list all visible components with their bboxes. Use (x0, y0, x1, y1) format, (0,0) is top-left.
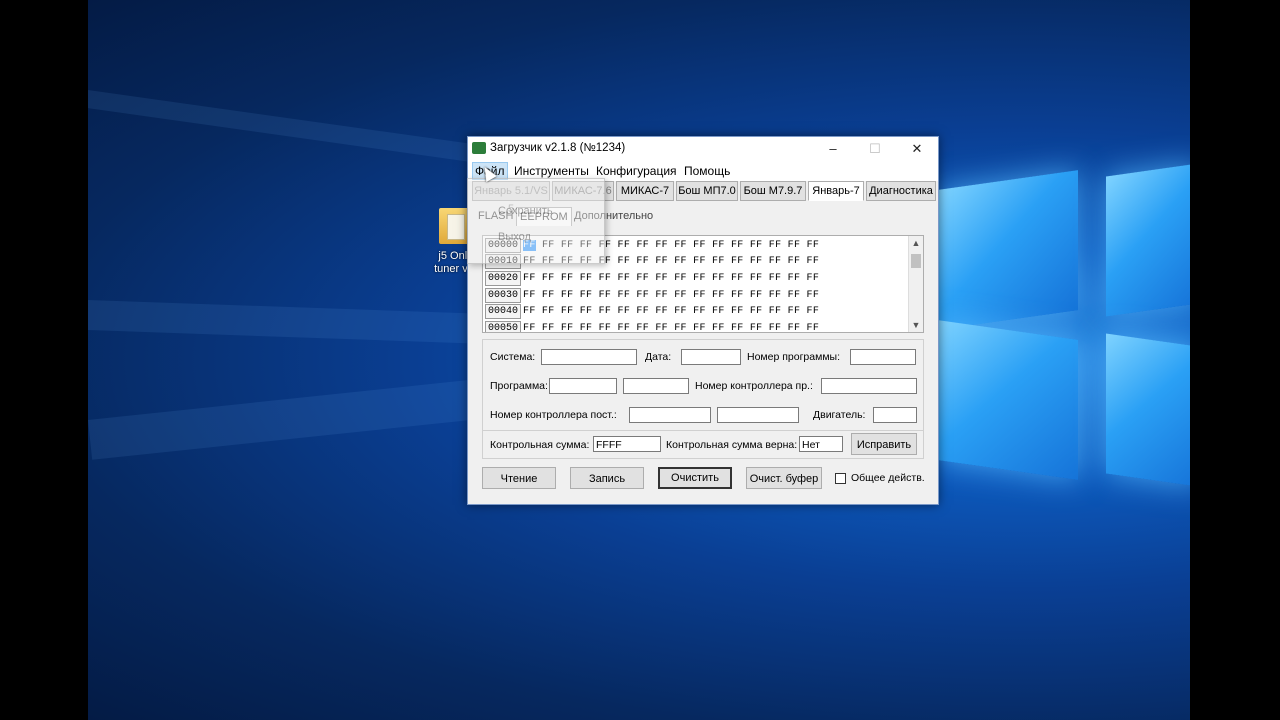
common-action-checkbox[interactable] (835, 473, 846, 484)
file-menu-dropdown: Сохранить Выход (467, 178, 605, 264)
firmware-info-group: Система: Дата: Номер программы: Программ… (482, 339, 924, 459)
divider (483, 430, 923, 431)
tab-diagnostics[interactable]: Диагностика (866, 181, 936, 201)
program-field-2[interactable] (623, 378, 689, 394)
menu-help[interactable]: Помощь (684, 164, 730, 178)
controller-number-label: Номер контроллера пр.: (695, 380, 813, 392)
program-number-label: Номер программы: (747, 351, 841, 363)
hex-row: 00040 FF FF FF FF FF FF FF FF FF FF FF FF… (485, 304, 819, 320)
scroll-down-icon[interactable]: ▼ (909, 320, 923, 330)
logo-pane (938, 170, 1078, 330)
fix-checksum-button[interactable]: Исправить (851, 433, 917, 455)
write-button[interactable]: Запись (570, 467, 644, 489)
controller-post-field-1[interactable] (629, 407, 711, 423)
date-field[interactable] (681, 349, 741, 365)
menu-item-exit[interactable]: Выход (498, 231, 531, 243)
windows-logo (938, 163, 1190, 550)
tab-bosch-m797[interactable]: Бош М7.9.7 (740, 181, 806, 201)
system-field[interactable] (541, 349, 637, 365)
date-label: Дата: (645, 351, 672, 363)
minimize-button[interactable]: – (812, 137, 854, 161)
hex-row: 00030 FF FF FF FF FF FF FF FF FF FF FF FF… (485, 288, 819, 304)
folder-icon (439, 208, 469, 244)
scroll-up-icon[interactable]: ▲ (909, 238, 923, 248)
logo-pane (1106, 163, 1190, 317)
engine-label: Двигатель: (813, 409, 866, 421)
logo-pane (938, 320, 1078, 480)
checksum-ok-label: Контрольная сумма верна: (666, 439, 798, 451)
app-icon (472, 142, 486, 154)
menu-tools[interactable]: Инструменты (514, 164, 589, 178)
engine-field[interactable] (873, 407, 917, 423)
logo-pane (1106, 333, 1190, 487)
clear-buffer-button[interactable]: Очист. буфер (746, 467, 822, 489)
maximize-button[interactable]: ☐ (854, 137, 896, 161)
checksum-ok-field[interactable]: Нет (799, 436, 843, 452)
close-button[interactable]: ✕ (896, 137, 938, 161)
window-title: Загрузчик v2.1.8 (№1234) (490, 142, 626, 154)
controller-number-field[interactable] (821, 378, 917, 394)
checksum-field[interactable]: FFFF (593, 436, 661, 452)
hex-row: 00050 FF FF FF FF FF FF FF FF FF FF FF FF… (485, 321, 819, 332)
controller-post-field-2[interactable] (717, 407, 799, 423)
tab-bosch-mp7[interactable]: Бош МП7.0 (676, 181, 738, 201)
read-button[interactable]: Чтение (482, 467, 556, 489)
tab-mikas-7[interactable]: МИКАС-7 (616, 181, 674, 201)
tab-january-7[interactable]: Январь-7 (808, 181, 864, 201)
menu-config[interactable]: Конфигурация (596, 164, 677, 178)
checksum-label: Контрольная сумма: (490, 439, 590, 451)
title-bar[interactable]: Загрузчик v2.1.8 (№1234) – ☐ ✕ (468, 137, 938, 161)
controller-post-label: Номер контроллера пост.: (490, 409, 617, 421)
system-label: Система: (490, 351, 536, 363)
program-label: Программа: (490, 380, 548, 392)
clear-button[interactable]: Очистить (658, 467, 732, 489)
hex-row: 00020 FF FF FF FF FF FF FF FF FF FF FF FF… (485, 271, 819, 287)
program-field-1[interactable] (549, 378, 617, 394)
hex-scrollbar[interactable]: ▲ ▼ (908, 236, 923, 332)
common-action-label: Общее действ. (851, 472, 925, 484)
program-number-field[interactable] (850, 349, 916, 365)
scroll-thumb[interactable] (911, 254, 921, 268)
menu-item-save[interactable]: Сохранить (498, 205, 553, 217)
